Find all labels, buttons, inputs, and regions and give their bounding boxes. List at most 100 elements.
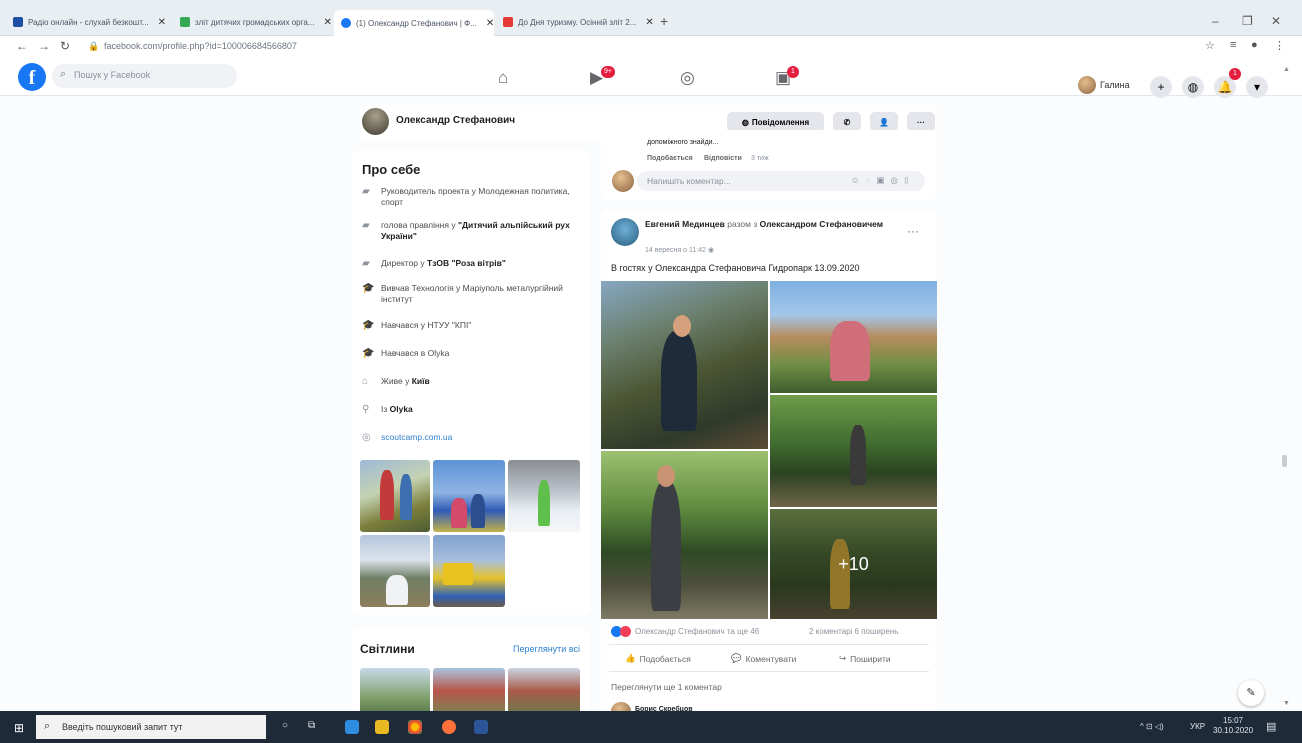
cortana-icon[interactable]: ○ — [282, 720, 288, 731]
tray-icons[interactable]: ^ ⊡ ◁) — [1140, 722, 1164, 731]
profile-avatar[interactable] — [362, 108, 389, 135]
file-explorer-icon[interactable] — [375, 720, 389, 734]
chrome-icon[interactable] — [408, 720, 422, 734]
close-tab-icon[interactable]: ✕ — [158, 17, 166, 28]
about-item-text: Вивчав Технологія у Маріуполь металургій… — [381, 283, 563, 304]
edge-icon[interactable] — [345, 720, 359, 734]
briefcase-icon: ▰ — [362, 186, 370, 197]
post-photo[interactable] — [770, 395, 937, 507]
comment-like-link[interactable]: Подобається — [647, 155, 693, 162]
see-all-photos-link[interactable]: Переглянути всі — [513, 644, 580, 654]
profile-icon[interactable]: ● — [1251, 39, 1258, 51]
messenger-icon: ◍ — [741, 117, 749, 127]
share-icon: ↪ — [839, 653, 847, 663]
view-more-comments-link[interactable]: Переглянути ще 1 коментар — [611, 682, 722, 692]
photos-title: Світлини — [360, 642, 415, 656]
comment-button[interactable]: 💬 Коментувати — [731, 653, 796, 664]
taskbar-search-placeholder: Введіть пошуковий запит тут — [62, 722, 183, 732]
user-profile-chip[interactable]: Галина — [1078, 75, 1130, 95]
about-item: 🎓 Навчався у НТУУ "КПІ" — [362, 320, 582, 331]
comments-shares-count[interactable]: 2 коментарі 6 поширень — [809, 627, 898, 636]
clock-time: 15:07 — [1223, 716, 1244, 725]
friend-button[interactable]: 👤 — [870, 112, 898, 132]
facebook-search-input[interactable]: ⌕ Пошук у Facebook — [52, 64, 237, 88]
new-tab-icon[interactable]: + — [660, 13, 668, 29]
browser-tab[interactable]: зліт дитячих громадських орга... ✕ — [173, 12, 333, 32]
post-author-avatar[interactable] — [611, 218, 639, 246]
restore-icon[interactable]: ❐ — [1242, 14, 1253, 28]
close-tab-icon[interactable]: ✕ — [323, 17, 331, 28]
privacy-globe-icon: ◉ — [707, 247, 715, 254]
comment-label: Коментувати — [745, 653, 797, 664]
firefox-icon[interactable] — [442, 720, 456, 734]
new-message-icon[interactable]: ✎ — [1238, 680, 1264, 706]
featured-photo[interactable] — [360, 460, 430, 532]
language-indicator[interactable]: УКР — [1190, 722, 1205, 731]
scroll-down-icon[interactable]: ▼ — [1283, 700, 1290, 707]
share-button[interactable]: ↪ Поширити — [839, 653, 891, 664]
featured-photo[interactable] — [508, 460, 580, 532]
about-item: 🎓 Вивчав Технологія у Маріуполь металург… — [362, 283, 582, 305]
browser-tab[interactable]: До Дня туризму. Осінній зліт 2... ✕ — [496, 12, 656, 32]
close-window-icon[interactable]: ✕ — [1271, 14, 1281, 28]
account-menu-icon[interactable]: ▾ — [1246, 76, 1268, 98]
website-link[interactable]: scoutcamp.com.ua — [381, 432, 452, 443]
about-item-link[interactable]: Olyka — [390, 404, 413, 414]
tagged-person[interactable]: Олександром Стефановичем — [760, 219, 883, 229]
post-photo[interactable] — [601, 451, 768, 619]
reading-list-icon[interactable]: ≡ — [1230, 39, 1236, 51]
menu-dots-icon[interactable]: ⋮ — [1274, 39, 1285, 52]
featured-photo[interactable] — [433, 535, 505, 607]
more-button[interactable]: ··· — [907, 112, 935, 132]
google-favicon-icon — [180, 17, 190, 27]
featured-photo[interactable] — [433, 460, 505, 532]
groups-nav-icon[interactable]: ◎ — [680, 68, 695, 88]
profile-name[interactable]: Олександр Стефанович — [396, 115, 515, 126]
taskbar-search-input[interactable]: ⌕ Введіть пошуковий запит тут — [36, 715, 266, 739]
post-photo[interactable] — [601, 281, 768, 449]
create-button[interactable]: + — [1150, 76, 1172, 98]
close-tab-icon[interactable]: ✕ — [486, 18, 494, 29]
scrollbar-thumb[interactable] — [1282, 455, 1287, 467]
post-author-name[interactable]: Евгений Мединцев — [645, 219, 725, 229]
facebook-logo-icon[interactable]: f — [18, 63, 46, 91]
windows-start-icon[interactable]: ⊞ — [14, 721, 24, 735]
minimize-icon[interactable]: – — [1212, 14, 1219, 28]
bookmark-star-icon[interactable]: ☆ — [1205, 39, 1215, 52]
about-item-link[interactable]: ТзОВ "Роза вітрів" — [427, 258, 506, 268]
like-button[interactable]: 👍 Подобається — [625, 653, 691, 664]
back-icon[interactable]: ← — [16, 39, 28, 53]
post-more-icon[interactable]: ··· — [907, 224, 919, 238]
call-button[interactable]: ✆ — [833, 112, 861, 132]
comment-tools-icon[interactable]: ☺◌▣◎⌷ — [851, 175, 915, 186]
reload-icon[interactable]: ↻ — [60, 39, 70, 53]
post-photo[interactable] — [770, 281, 937, 393]
browser-tab-active[interactable]: (1) Олександр Стефанович | Ф... ✕ — [334, 10, 494, 36]
address-bar: ← → ↻ 🔒 facebook.com/profile.php?id=1000… — [0, 36, 1302, 58]
user-avatar — [1078, 76, 1096, 94]
post-date[interactable]: 14 вересня о 11:42 — [645, 247, 706, 254]
reactions-summary[interactable]: Олександр Стефанович та ще 46 — [611, 626, 759, 637]
url-text[interactable]: facebook.com/profile.php?id=100006684566… — [104, 41, 297, 51]
scroll-up-icon[interactable]: ▲ — [1283, 66, 1290, 73]
forward-icon[interactable]: → — [38, 39, 50, 53]
home-nav-icon[interactable]: ⌂ — [498, 68, 508, 88]
comment-input[interactable]: Напишіть коментар... ☺◌▣◎⌷ — [637, 171, 925, 191]
clock-date: 30.10.2020 — [1213, 726, 1254, 735]
close-tab-icon[interactable]: ✕ — [645, 17, 653, 28]
browser-tab[interactable]: Радіо онлайн - слухай безкошт... ✕ — [6, 12, 171, 32]
action-center-icon[interactable]: ▤ — [1266, 720, 1276, 733]
word-icon[interactable] — [474, 720, 488, 734]
taskbar-clock[interactable]: 15:07 30.10.2020 — [1213, 716, 1253, 736]
messenger-icon[interactable]: ◍ — [1182, 76, 1204, 98]
about-item-link[interactable]: Київ — [412, 376, 430, 386]
comment-reply-link[interactable]: Відповісти — [704, 155, 742, 162]
post-photo-more[interactable]: +10 — [770, 509, 937, 619]
about-item-text: Руководитель проекта у Молодежная полити… — [381, 186, 570, 207]
about-item: 🎓 Навчався в Olyka — [362, 348, 582, 359]
notification-badge: 1 — [1229, 68, 1241, 80]
task-view-icon[interactable]: ⧉ — [308, 720, 315, 731]
message-button[interactable]: ◍ Повідомлення — [727, 112, 824, 132]
graduation-cap-icon: 🎓 — [362, 348, 375, 359]
featured-photo[interactable] — [360, 535, 430, 607]
